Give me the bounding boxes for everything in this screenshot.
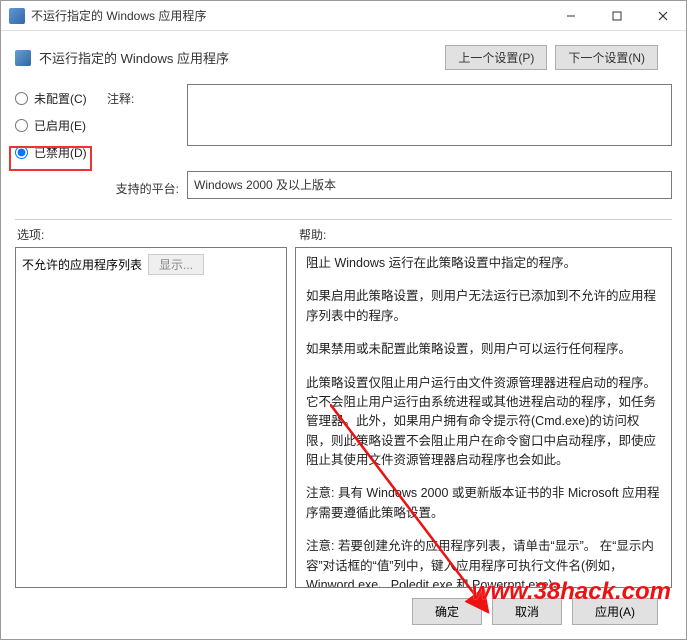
next-setting-button[interactable]: 下一个设置(N) [555,45,658,70]
comment-textarea[interactable] [187,84,672,146]
footer: 确定 取消 应用(A) [15,588,672,639]
radio-disabled-label: 已禁用(D) [34,144,87,161]
radio-not-configured[interactable]: 未配置(C) [15,90,107,107]
app-icon [9,8,25,24]
apply-button[interactable]: 应用(A) [572,598,658,625]
radio-enabled-input[interactable] [15,119,28,132]
radio-enabled-label: 已启用(E) [34,117,86,134]
divider [15,219,672,220]
state-radio-group: 未配置(C) 已启用(E) 已禁用(D) [15,84,107,161]
window-title: 不运行指定的 Windows 应用程序 [31,7,206,24]
dialog-window: 不运行指定的 Windows 应用程序 不运行指定的 Windows 应用程序 … [0,0,687,640]
supported-on-label: 支持的平台: [15,174,187,197]
titlebar: 不运行指定的 Windows 应用程序 [1,1,686,31]
help-p4: 此策略设置仅阻止用户运行由文件资源管理器进程启动的程序。它不会阻止用户运行由系统… [306,374,661,471]
prev-setting-button[interactable]: 上一个设置(P) [445,45,547,70]
supported-on-value: Windows 2000 及以上版本 [187,171,672,199]
help-p5: 注意: 具有 Windows 2000 或更新版本证书的非 Microsoft … [306,484,661,523]
radio-not-configured-input[interactable] [15,92,28,105]
options-panel: 不允许的应用程序列表 显示... [15,247,287,588]
radio-enabled[interactable]: 已启用(E) [15,117,107,134]
help-panel: 阻止 Windows 运行在此策略设置中指定的程序。 如果启用此策略设置，则用户… [295,247,672,588]
close-button[interactable] [640,1,686,30]
help-label: 帮助: [293,226,672,243]
policy-title: 不运行指定的 Windows 应用程序 [39,48,445,67]
radio-disabled[interactable]: 已禁用(D) [15,144,107,161]
cancel-button[interactable]: 取消 [492,598,562,625]
help-p1: 阻止 Windows 运行在此策略设置中指定的程序。 [306,254,661,273]
help-p2: 如果启用此策略设置，则用户无法运行已添加到不允许的应用程序列表中的程序。 [306,287,661,326]
radio-not-configured-label: 未配置(C) [34,90,87,107]
show-button[interactable]: 显示... [148,254,204,275]
disallowed-list-label: 不允许的应用程序列表 [22,256,142,273]
header: 不运行指定的 Windows 应用程序 上一个设置(P) 下一个设置(N) [1,31,686,76]
comment-label: 注释: [107,84,187,107]
radio-disabled-input[interactable] [15,146,28,159]
help-p6: 注意: 若要创建允许的应用程序列表，请单击“显示”。 在“显示内容”对话框的“值… [306,537,661,588]
ok-button[interactable]: 确定 [412,598,482,625]
help-p3: 如果禁用或未配置此策略设置，则用户可以运行任何程序。 [306,340,661,359]
options-label: 选项: [15,226,293,243]
policy-icon [15,50,31,66]
maximize-button[interactable] [594,1,640,30]
minimize-button[interactable] [548,1,594,30]
